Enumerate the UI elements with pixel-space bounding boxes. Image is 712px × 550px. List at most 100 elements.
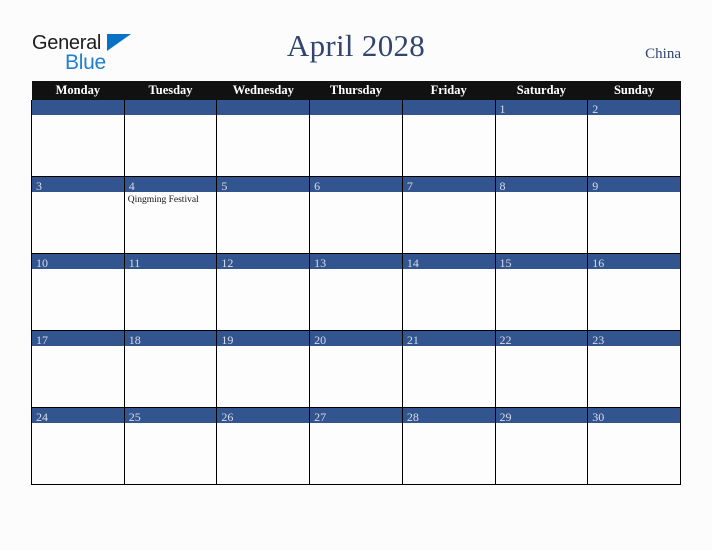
day-number: 24: [36, 410, 48, 424]
day-cell-inner: 16: [588, 254, 680, 330]
day-cell-inner: 26: [217, 408, 310, 484]
calendar-day-cell[interactable]: 17: [31, 330, 125, 408]
day-number: 27: [314, 410, 327, 424]
day-cell-inner: 4 Qingming Festival: [124, 177, 217, 253]
calendar-day-cell[interactable]: 7: [401, 176, 496, 254]
calendar-day-cell[interactable]: [309, 100, 403, 177]
calendar-day-cell[interactable]: 21: [401, 330, 496, 408]
calendar-week-row: 10 11 12 13 14 15 16: [31, 253, 681, 331]
calendar-day-cell[interactable]: 13: [309, 253, 403, 331]
country-label: China: [645, 46, 681, 62]
day-cell-inner: 3: [32, 177, 124, 253]
day-cell-inner: 24: [32, 408, 124, 484]
calendar-week-row: 24 25 26 27 28 29 30: [31, 407, 681, 485]
day-cell-inner: 11: [124, 254, 217, 330]
day-events: [310, 192, 402, 195]
calendar-day-cell[interactable]: [123, 100, 218, 177]
day-number-bar: 4: [124, 177, 217, 193]
calendar-day-cell[interactable]: [401, 100, 496, 177]
calendar-day-cell[interactable]: 20: [309, 330, 403, 408]
calendar-day-cell[interactable]: 26: [216, 407, 311, 485]
day-cell-inner: 12: [217, 254, 310, 330]
calendar-day-cell[interactable]: 14: [401, 253, 496, 331]
day-number: 29: [499, 410, 512, 424]
day-number: 2: [592, 102, 599, 116]
page-header: General Blue April 2028 China: [0, 0, 712, 78]
weekday-header-monday: Monday: [31, 81, 125, 100]
calendar-page: General Blue April 2028 China Monday Tue…: [0, 0, 712, 550]
calendar-week-row: 3 4 Qingming Festival 5 6 7 8 9: [31, 176, 681, 254]
calendar-day-cell[interactable]: 6: [309, 176, 403, 254]
calendar-day-cell[interactable]: 5: [216, 176, 311, 254]
day-number: 7: [406, 179, 413, 193]
calendar-day-cell[interactable]: 25: [123, 407, 218, 485]
day-number-bar: 30: [588, 408, 680, 424]
day-events: [403, 115, 495, 118]
calendar-day-cell[interactable]: 24: [31, 407, 125, 485]
day-cell-inner: 22: [495, 331, 588, 407]
calendar-day-cell[interactable]: 28: [401, 407, 496, 485]
day-number: 10: [36, 256, 48, 270]
day-number: 9: [592, 179, 599, 193]
day-number: 17: [36, 333, 48, 347]
day-events: [496, 115, 588, 118]
day-number-bar: 18: [124, 331, 217, 347]
calendar-day-cell[interactable]: 16: [587, 253, 681, 331]
calendar-day-cell[interactable]: 1: [494, 100, 589, 177]
day-events: [217, 115, 309, 118]
day-number: 11: [128, 256, 141, 270]
day-cell-inner: 17: [32, 331, 124, 407]
day-cell-inner: [124, 100, 217, 176]
calendar-day-cell[interactable]: 18: [123, 330, 218, 408]
day-number-bar: 3: [32, 177, 124, 193]
day-events: [217, 192, 309, 195]
day-cell-inner: [402, 100, 495, 176]
calendar-day-cell[interactable]: 2: [587, 100, 681, 177]
calendar-day-cell[interactable]: 15: [494, 253, 589, 331]
day-cell-inner: 10: [32, 254, 124, 330]
calendar-day-cell[interactable]: 19: [216, 330, 311, 408]
calendar-day-cell[interactable]: [31, 100, 125, 177]
day-number-bar: 7: [402, 177, 495, 193]
calendar-day-cell[interactable]: [216, 100, 311, 177]
weekday-header-sunday: Sunday: [587, 81, 681, 100]
day-cell-inner: 21: [402, 331, 495, 407]
calendar-day-cell[interactable]: 27: [309, 407, 403, 485]
calendar-day-cell[interactable]: 22: [494, 330, 589, 408]
day-cell-inner: 25: [124, 408, 217, 484]
calendar-week-row: 12: [31, 100, 681, 177]
calendar-day-cell[interactable]: 29: [494, 407, 589, 485]
day-events: [125, 115, 217, 118]
day-number-bar: [310, 100, 402, 115]
page-title: April 2028: [286, 28, 426, 63]
calendar-day-cell[interactable]: 4 Qingming Festival: [123, 176, 218, 254]
day-number-bar: 17: [32, 331, 124, 347]
day-number: 21: [406, 333, 419, 347]
calendar-day-cell[interactable]: 23: [587, 330, 681, 408]
day-number: 23: [592, 333, 605, 347]
day-number-bar: 1: [495, 100, 588, 116]
day-cell-inner: 20: [310, 331, 402, 407]
day-number-bar: 28: [402, 408, 495, 424]
day-cell-inner: 2: [588, 100, 680, 176]
day-cell-inner: 18: [124, 331, 217, 407]
day-number: 5: [221, 179, 228, 193]
day-number-bar: 8: [495, 177, 588, 193]
day-cell-inner: 13: [310, 254, 402, 330]
calendar-day-cell[interactable]: 9: [587, 176, 681, 254]
day-number-bar: 5: [217, 177, 310, 193]
calendar-day-cell[interactable]: 30: [587, 407, 681, 485]
day-number-bar: 22: [495, 331, 588, 347]
day-number: 30: [592, 410, 605, 424]
day-number-bar: 20: [310, 331, 402, 347]
day-cell-inner: 14: [402, 254, 495, 330]
calendar-day-cell[interactable]: 12: [216, 253, 311, 331]
day-number-bar: 10: [32, 254, 124, 270]
calendar-week-row: 17 18 19 20 21 22 23: [31, 330, 681, 408]
day-number-bar: 15: [495, 254, 588, 270]
calendar-day-cell[interactable]: 11: [123, 253, 218, 331]
calendar-day-cell[interactable]: 8: [494, 176, 589, 254]
day-number-bar: 26: [217, 408, 310, 424]
calendar-day-cell[interactable]: 10: [31, 253, 125, 331]
calendar-day-cell[interactable]: 3: [31, 176, 125, 254]
